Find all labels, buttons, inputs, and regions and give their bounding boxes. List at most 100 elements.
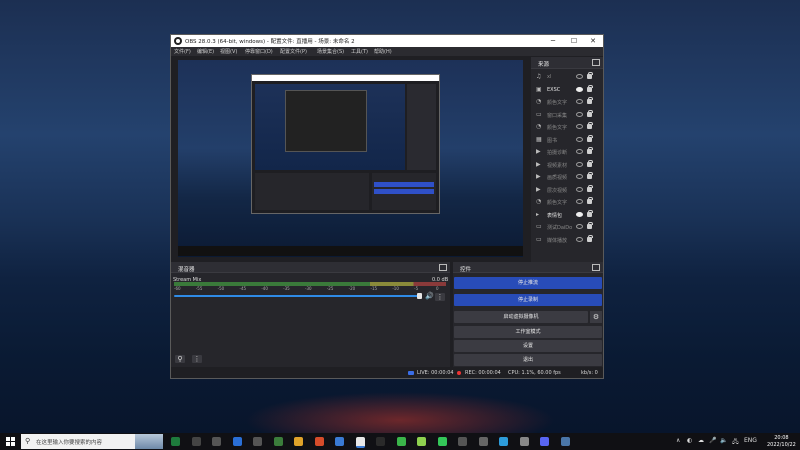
- stop-streaming-button[interactable]: 停止推流: [454, 277, 602, 289]
- visibility-eye-icon[interactable]: [576, 136, 583, 142]
- taskbar-clock[interactable]: 20:08 2022/10/22: [767, 435, 796, 449]
- lock-icon[interactable]: [587, 109, 593, 117]
- taskbar-app-icon[interactable]: [253, 437, 262, 446]
- settings-button[interactable]: 设置: [454, 340, 602, 352]
- lock-icon[interactable]: [587, 72, 593, 79]
- source-item[interactable]: ▶ 画质视频: [533, 171, 601, 183]
- visibility-eye-icon[interactable]: [576, 86, 583, 92]
- taskbar-app-icon[interactable]: [437, 437, 447, 446]
- microphone-icon[interactable]: 🎤: [709, 437, 716, 444]
- volume-slider-handle[interactable]: [417, 293, 422, 299]
- visibility-eye-icon[interactable]: [576, 161, 583, 167]
- visibility-eye-icon[interactable]: [576, 236, 583, 242]
- lock-icon[interactable]: [587, 184, 593, 192]
- visibility-eye-icon[interactable]: [576, 124, 583, 129]
- exit-button[interactable]: 退出: [454, 354, 602, 366]
- taskbar-app-icon[interactable]: [171, 437, 180, 446]
- stop-recording-button[interactable]: 停止录制: [454, 294, 602, 306]
- source-item[interactable]: ▦ 图书: [533, 134, 601, 146]
- taskbar-app-icon[interactable]: [540, 437, 549, 446]
- taskbar-app-icon[interactable]: [314, 437, 324, 446]
- network-icon[interactable]: 🖧: [732, 437, 739, 447]
- speaker-icon[interactable]: 🔈: [720, 437, 727, 444]
- taskbar-app-icon[interactable]: [560, 437, 570, 446]
- close-button[interactable]: ✕: [583, 35, 603, 47]
- lock-icon[interactable]: [587, 159, 593, 167]
- menu-profile[interactable]: 配置文件(P): [280, 48, 307, 55]
- menu-view[interactable]: 视图(V): [220, 48, 237, 55]
- windows-start-icon[interactable]: [6, 437, 15, 446]
- taskbar-app-icon[interactable]: [335, 437, 344, 446]
- start-virtual-camera-button[interactable]: 启动虚拟摄像机: [454, 311, 588, 323]
- source-item[interactable]: ♫ xl: [533, 71, 601, 83]
- menu-help[interactable]: 帮助(H): [374, 48, 392, 55]
- undock-icon[interactable]: [439, 264, 447, 271]
- menu-scene-collection[interactable]: 场景集合(S): [317, 48, 344, 55]
- taskbar-app-icon[interactable]: [212, 437, 221, 446]
- taskbar-app-icon[interactable]: [478, 437, 488, 446]
- taskbar-app-icon[interactable]: [458, 437, 467, 446]
- taskbar-app-icon[interactable]: [417, 437, 426, 446]
- lock-icon[interactable]: [587, 97, 593, 104]
- source-item[interactable]: ▸ 表情包: [533, 209, 601, 221]
- source-item[interactable]: ◔ 颜色文字: [533, 196, 601, 208]
- source-item[interactable]: ◔ 颜色文字: [533, 96, 601, 108]
- language-indicator[interactable]: ENG: [744, 437, 757, 444]
- virtual-camera-settings-icon[interactable]: ⚙: [590, 311, 602, 323]
- lock-icon[interactable]: [587, 234, 593, 242]
- source-item[interactable]: ▶ 层次视频: [533, 184, 601, 196]
- menu-tools[interactable]: 工具(T): [351, 48, 368, 55]
- visibility-eye-icon[interactable]: [576, 224, 583, 229]
- visibility-eye-icon[interactable]: [576, 211, 583, 217]
- visibility-eye-icon[interactable]: [576, 111, 583, 117]
- source-item[interactable]: ▭ 媒体播放: [533, 234, 601, 246]
- studio-mode-button[interactable]: 工作室模式: [454, 326, 602, 338]
- lock-icon[interactable]: [587, 134, 593, 142]
- visibility-eye-icon[interactable]: [576, 74, 583, 79]
- lock-icon[interactable]: [587, 147, 593, 154]
- source-item[interactable]: ▭ 窗口采集: [533, 109, 601, 121]
- taskbar-app-icon[interactable]: [519, 437, 529, 446]
- maximize-button[interactable]: ☐: [564, 35, 584, 47]
- visibility-eye-icon[interactable]: [576, 149, 583, 154]
- title-bar[interactable]: OBS 28.0.3 (64-bit, windows) - 配置文件: 直播用…: [171, 35, 603, 47]
- volume-slider[interactable]: [174, 295, 419, 297]
- taskbar-app-icon[interactable]: [273, 437, 283, 446]
- mixer-link-icon[interactable]: ⚲: [175, 355, 185, 363]
- visibility-eye-icon[interactable]: [576, 99, 583, 104]
- lock-icon[interactable]: [587, 122, 593, 129]
- taskbar-app-icon[interactable]: [376, 437, 385, 446]
- undock-icon[interactable]: [592, 264, 600, 271]
- taskbar-app-icon[interactable]: [396, 437, 406, 446]
- source-item[interactable]: ▶ 拍摄诊断: [533, 146, 601, 158]
- source-item[interactable]: ▭ 测试DaiDo: [533, 221, 601, 233]
- taskbar-app-icon[interactable]: [499, 437, 508, 446]
- source-item[interactable]: ◔ 颜色文字: [533, 121, 601, 133]
- lock-icon[interactable]: [587, 222, 593, 229]
- visibility-eye-icon[interactable]: [576, 199, 583, 204]
- taskbar-app-icon[interactable]: [355, 437, 365, 448]
- lock-icon[interactable]: [587, 197, 593, 204]
- speaker-icon[interactable]: 🔊: [425, 293, 434, 300]
- undock-icon[interactable]: [592, 59, 600, 66]
- lock-icon[interactable]: [587, 209, 593, 217]
- taskbar-app-icon[interactable]: [191, 437, 201, 446]
- preview-canvas[interactable]: [178, 60, 523, 257]
- channel-menu-button[interactable]: ⋮: [435, 293, 445, 301]
- source-item[interactable]: ▣ EXSC: [533, 84, 601, 96]
- tray-app-icon[interactable]: ☁: [698, 437, 704, 444]
- tray-overflow-icon[interactable]: ∧: [676, 437, 680, 444]
- taskbar-app-icon[interactable]: [232, 437, 242, 446]
- taskbar-app-icon[interactable]: [294, 437, 303, 446]
- mixer-menu-button[interactable]: ⋮: [192, 355, 202, 363]
- source-item[interactable]: ▶ 视频素材: [533, 159, 601, 171]
- tray-app-icon[interactable]: ◐: [687, 437, 692, 444]
- lock-icon[interactable]: [587, 84, 593, 92]
- menu-docks[interactable]: 停靠窗口(D): [245, 48, 273, 55]
- taskbar-search-box[interactable]: ⚲ 在这里输入你要搜索的内容: [21, 434, 163, 449]
- visibility-eye-icon[interactable]: [576, 186, 583, 192]
- menu-file[interactable]: 文件(F): [174, 48, 191, 55]
- lock-icon[interactable]: [587, 172, 593, 179]
- menu-edit[interactable]: 编辑(E): [197, 48, 214, 55]
- visibility-eye-icon[interactable]: [576, 174, 583, 179]
